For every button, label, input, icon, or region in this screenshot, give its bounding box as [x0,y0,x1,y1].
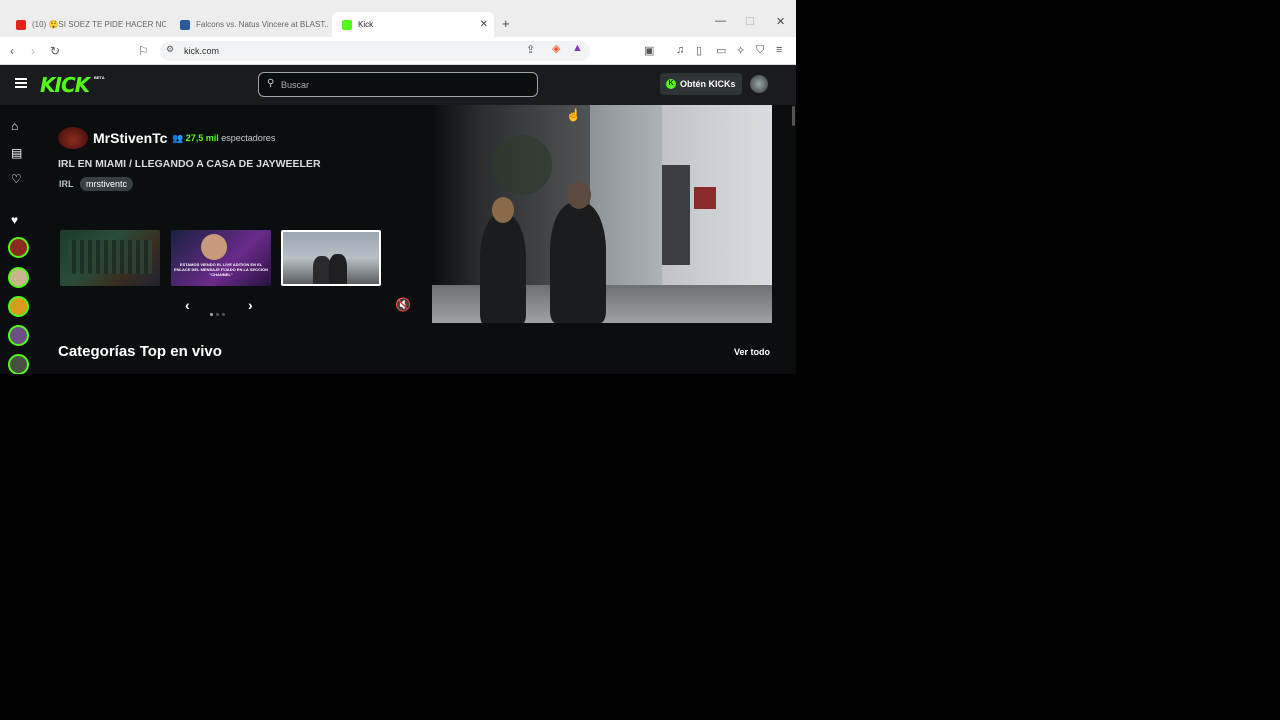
tree-shape [492,135,552,195]
tab-youtube[interactable]: (10) 😲SI SOEZ TE PIDE HACER NOV [6,12,166,37]
maximize-button[interactable]: ☐ [745,15,755,28]
followed-channel-avatar[interactable] [8,325,29,346]
browser-window: (10) 😲SI SOEZ TE PIDE HACER NOV Falcons … [0,0,796,374]
tab-label: (10) 😲SI SOEZ TE PIDE HACER NOV [32,20,166,29]
brave-rewards-icon[interactable]: ▲ [572,42,583,54]
tab-blast[interactable]: Falcons vs. Natus Vincere at BLAST... [170,12,328,37]
search-placeholder: Buscar [281,80,310,90]
left-sidebar: ⌂ ▤ ♡ ♥ [0,105,38,374]
person-head [492,197,514,223]
kick-favicon [342,19,352,30]
wallet-icon[interactable]: ▭ [716,44,726,57]
hamburger-menu-icon[interactable] [15,78,27,88]
search-input[interactable]: ⚲ Buscar [258,72,538,97]
streamer-face [201,234,227,260]
forward-icon[interactable]: › [31,44,35,58]
tab-label: Falcons vs. Natus Vincere at BLAST... [196,20,328,29]
url-bar[interactable]: ⚙ kick.com ⇪ ◈ ▲ [160,41,590,61]
streamer-name[interactable]: MrStivenTc [93,130,167,146]
vpn-icon[interactable]: ⛉ [756,44,764,57]
kick-logo[interactable]: KICK [40,73,90,97]
viewers-icon: 👥 [172,133,184,143]
scrollbar-thumb[interactable] [792,106,795,126]
bookmark-icon[interactable]: ⚐ [138,44,149,58]
category-link[interactable]: IRL [59,179,74,189]
stream-title[interactable]: IRL EN MIAMI / LLEGANDO A CASA DE JAYWEE… [58,158,321,170]
person-shape [480,215,526,323]
person-shape [550,203,606,323]
close-window-button[interactable]: ✕ [776,15,785,28]
extension-icon[interactable]: ▣ [644,44,654,57]
chevron-right-icon[interactable]: › [248,297,253,313]
menu-icon[interactable]: ≡ [776,44,782,56]
see-all-link[interactable]: Ver todo [734,347,770,357]
close-tab-icon[interactable]: ✕ [480,19,488,30]
youtube-icon [16,19,26,30]
viewer-count: 👥 27,5 mil espectadores [172,133,275,144]
section-title: Categorías Top en vivo [58,343,222,360]
home-icon[interactable]: ⌂ [11,119,18,133]
browse-icon[interactable]: ▤ [11,146,22,160]
tab-label: Kick [358,20,374,29]
sidebar-icon[interactable]: ▯ [696,44,702,57]
url-text: kick.com [184,46,220,56]
followed-channel-avatar[interactable] [8,237,29,258]
person-shape [329,254,347,284]
reload-icon[interactable]: ↻ [50,44,60,58]
site-header: KICK BETA ⚲ Buscar K Obtén KICKs [0,65,796,105]
carousel-dots [210,303,228,321]
followed-channel-avatar[interactable] [8,296,29,317]
sign-shape [694,187,716,209]
tab-kick[interactable]: Kick ✕ [332,12,494,37]
thumbnail-caption: ESTAMOS VIENDO EL LIVE ADITION EN EL ENL… [173,262,268,277]
carousel-thumbnail-selected[interactable] [281,230,381,286]
minimize-button[interactable]: — [715,15,726,27]
chevron-left-icon[interactable]: ‹ [185,297,190,313]
carousel-thumbnail[interactable]: ESTAMOS VIENDO EL LIVE ADITION EN EL ENL… [171,230,271,286]
address-toolbar: ‹ › ↻ ⚐ ⚙ kick.com ⇪ ◈ ▲ ▣ ♫ ▯ ▭ ✧ ⛉ ≡ [0,37,796,65]
brave-shields-icon[interactable]: ◈ [552,42,560,55]
user-avatar[interactable] [750,75,768,93]
featured-video-player[interactable] [432,105,772,323]
music-icon[interactable]: ♫ [676,44,684,56]
viewer-label: espectadores [221,133,276,143]
kicks-icon: K [666,79,676,89]
new-tab-button[interactable]: + [502,16,510,31]
get-kicks-label: Obtén KICKs [680,79,736,89]
search-icon: ⚲ [267,78,275,89]
followed-channel-avatar[interactable] [8,267,29,288]
streamer-avatar[interactable] [58,127,88,149]
leo-ai-icon[interactable]: ✧ [736,44,745,57]
stream-tag[interactable]: mrstiventc [80,177,134,191]
person-head [567,181,591,209]
mouse-cursor-icon: ☝ [566,108,581,122]
game-scene [68,240,152,274]
scrollbar-track[interactable] [790,105,796,374]
viewer-number: 27,5 mil [185,133,219,143]
share-icon[interactable]: ⇪ [526,43,535,56]
site-settings-icon[interactable]: ⚙ [166,44,174,55]
beta-label: BETA [94,75,105,80]
back-icon[interactable]: ‹ [10,44,14,58]
heart-outline-icon[interactable]: ♡ [11,172,22,186]
followed-channel-avatar[interactable] [8,354,29,374]
mute-icon[interactable]: 🔇 [395,297,411,313]
heart-icon[interactable]: ♥ [11,213,18,227]
get-kicks-button[interactable]: K Obtén KICKs [660,73,742,95]
carousel-thumbnail[interactable] [60,230,160,286]
title-bar [0,0,796,10]
door-shape [662,165,690,265]
blast-icon [180,19,190,30]
